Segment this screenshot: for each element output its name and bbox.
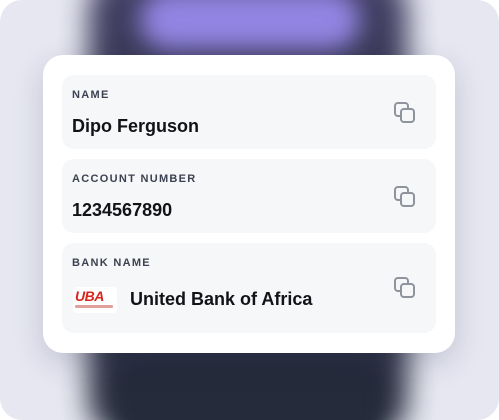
account-number-field: ACCOUNT NUMBER 1234567890	[62, 159, 436, 233]
copy-icon	[394, 277, 415, 298]
blurred-phone-header	[140, 0, 360, 50]
copy-icon	[394, 186, 415, 207]
account-number-label: ACCOUNT NUMBER	[72, 173, 197, 185]
bank-name-field: BANK NAME UBA United Bank of Africa	[62, 243, 436, 333]
name-field: NAME Dipo Ferguson	[62, 75, 436, 149]
bank-name-value: United Bank of Africa	[130, 289, 313, 309]
name-value: Dipo Ferguson	[72, 116, 199, 136]
uba-logo-text: UBA	[75, 288, 104, 304]
account-number-value: 1234567890	[72, 200, 173, 220]
copy-account-number-button[interactable]	[392, 184, 418, 210]
name-label: NAME	[72, 89, 110, 101]
copy-bank-name-button[interactable]	[392, 275, 418, 301]
copy-name-button[interactable]	[392, 100, 418, 126]
screen: NAME Dipo Ferguson ACCOUNT NUMBER 123456…	[0, 0, 499, 420]
uba-logo: UBA	[73, 287, 117, 313]
bank-name-label: BANK NAME	[72, 257, 151, 269]
blurred-phone-footer	[120, 360, 380, 420]
account-details-card: NAME Dipo Ferguson ACCOUNT NUMBER 123456…	[43, 55, 455, 353]
copy-icon	[394, 102, 415, 123]
uba-logo-tagline	[75, 305, 113, 308]
